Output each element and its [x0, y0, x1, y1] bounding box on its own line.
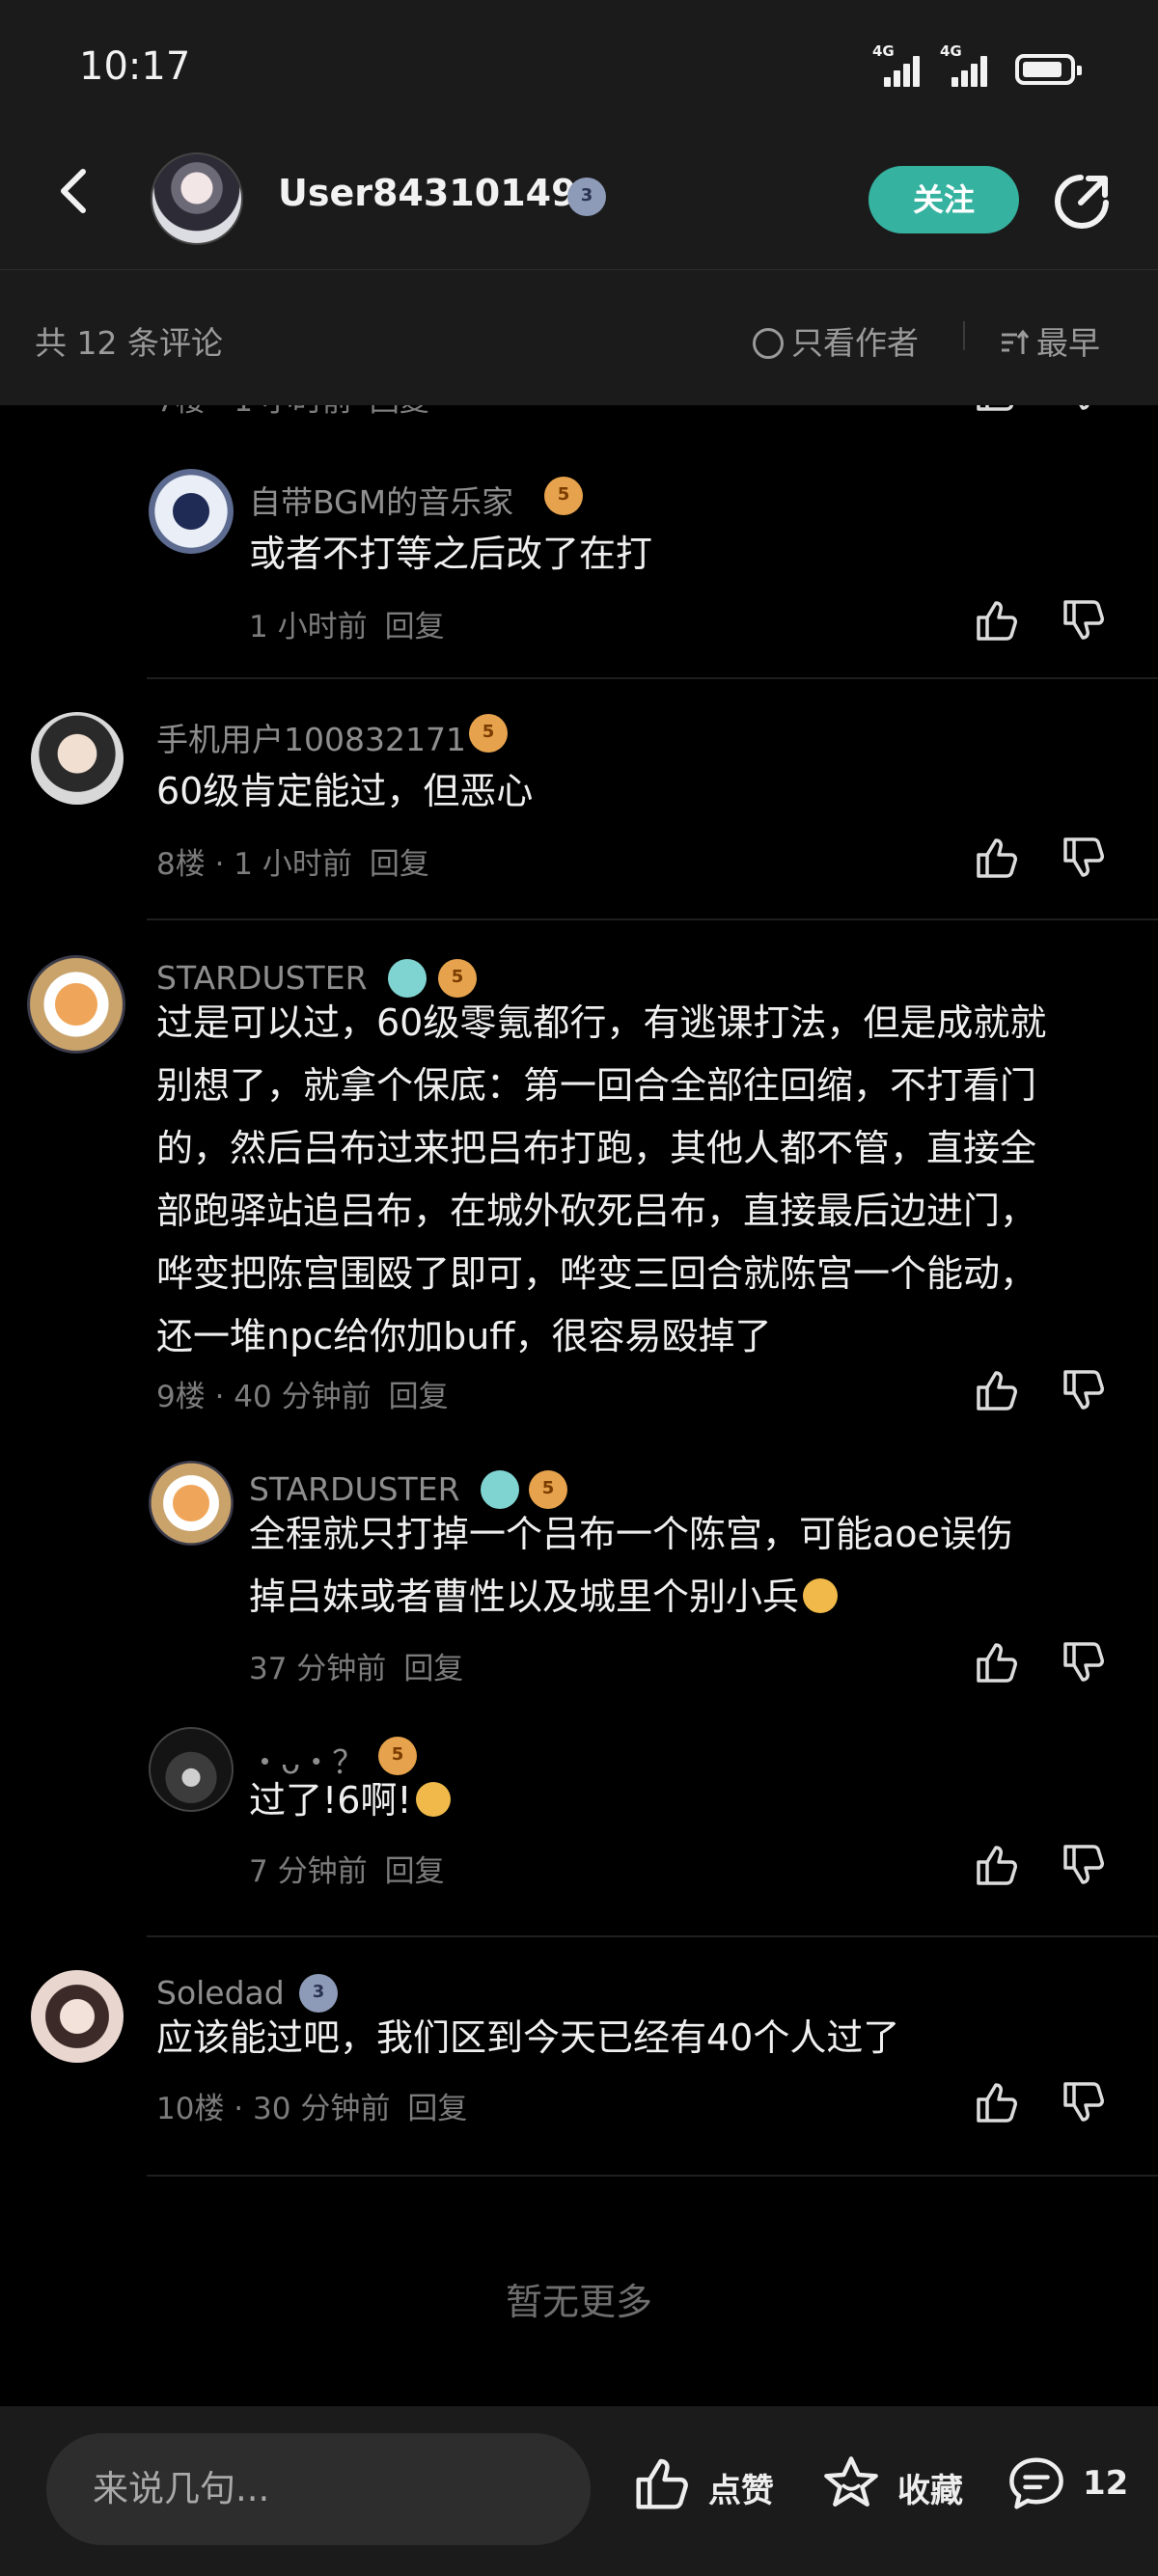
share-icon [1055, 175, 1109, 229]
follow-button[interactable]: 关注 [868, 166, 1019, 233]
commenter-name[interactable]: 手机用户100832171 [156, 714, 466, 760]
reply-item: ・ᴗ・？ 5 过了!6啊! 7 分钟前 回复 [0, 1723, 1158, 1916]
commenter-name[interactable]: 自带BGM的音乐家 [249, 477, 513, 523]
battery-icon [1015, 54, 1082, 85]
avatar[interactable] [149, 469, 234, 554]
thumbs-down-icon[interactable] [1060, 596, 1108, 644]
reply-button[interactable]: 回复 [403, 1652, 463, 1686]
back-arrow-icon [61, 169, 86, 213]
avatar[interactable] [31, 712, 124, 805]
comment-meta: 1 小时前 回复 [249, 610, 445, 644]
thumbs-down-icon[interactable] [1060, 1366, 1108, 1414]
reply-button[interactable]: 回复 [389, 1380, 449, 1414]
comment-meta: 7 分钟前 回复 [249, 1854, 445, 1889]
comment-meta: 9楼 · 40 分钟前 回复 [156, 1380, 449, 1414]
avatar[interactable] [149, 1727, 234, 1812]
avatar[interactable] [151, 152, 243, 245]
back-button[interactable] [46, 162, 104, 220]
sort-button[interactable]: 最早 [998, 317, 1100, 364]
filter-bar: 共 12 条评论 只看作者 最早 [0, 271, 1158, 405]
app-screen: 10:17 4G 4G User84310149 3 关注 共 12 条评论 只… [0, 0, 1158, 2576]
comment-body: 60级肯定能过，但恶心 [156, 770, 534, 812]
signal-icon: 4G [872, 42, 926, 87]
reply-button[interactable]: 回复 [370, 847, 429, 882]
reply-item: STARDUSTER 5 全程就只打掉一个吕布一个陈宫，可能aoe误伤 掉吕妹或… [0, 1457, 1158, 1708]
reply-button[interactable]: 回复 [385, 1854, 445, 1889]
comment-meta: 10楼 · 30 分钟前 回复 [156, 2092, 468, 2126]
divider [147, 1935, 1158, 1937]
thumbs-up-icon[interactable] [973, 1841, 1021, 1889]
comment-item: 手机用户100832171 5 60级肯定能过，但恶心 8楼 · 1 小时前 回复 [0, 700, 1158, 893]
comment-body: 或者不打等之后改了在打 [249, 533, 653, 575]
comment-bubble-icon [1009, 2457, 1063, 2509]
comment-meta: 8楼 · 1 小时前 回复 [156, 847, 429, 882]
author-only-toggle[interactable]: 只看作者 [753, 317, 919, 364]
thumbs-down-icon[interactable] [1060, 834, 1108, 882]
status-bar: 10:17 4G 4G [0, 0, 1158, 135]
comment-item: Soledad 3 应该能过吧，我们区到今天已经有40个人过了 10楼 · 30… [0, 1960, 1158, 2153]
sort-icon [1002, 329, 1030, 354]
comment-list: 7楼 · 1 小时前回复 自带BGM的音乐家 5 或者不打等之后改了在打 1 小… [0, 370, 1158, 2402]
comment-input[interactable]: 来说几句... [46, 2433, 591, 2545]
comment-body: 过是可以过，60级零氪都行，有逃课打法，但是成就就 别想了，就拿个保底：第一回合… [156, 1001, 1047, 1357]
smug-emoji-icon [415, 1782, 451, 1817]
star-icon [824, 2456, 878, 2507]
thumbs-up-icon[interactable] [973, 1366, 1021, 1414]
thumbs-down-icon[interactable] [1060, 1638, 1108, 1686]
status-time: 10:17 [79, 44, 191, 89]
avatar[interactable] [31, 1970, 124, 2063]
comment-body: 全程就只打掉一个吕布一个陈宫，可能aoe误伤 掉吕妹或者曹性以及城里个别小兵 [249, 1513, 1013, 1618]
share-button[interactable] [1052, 172, 1112, 232]
thumbs-up-icon[interactable] [973, 596, 1021, 644]
divider [147, 918, 1158, 920]
comment-body: 应该能过吧，我们区到今天已经有40个人过了 [156, 2016, 900, 2059]
thumbs-up-icon [636, 2458, 688, 2509]
comment-count-label: 共 12 条评论 [35, 324, 223, 362]
divider [147, 2175, 1158, 2177]
signal-icon: 4G [940, 42, 994, 87]
level-badge: 3 [567, 178, 606, 216]
thumbs-up-icon[interactable] [973, 1638, 1021, 1686]
no-more-label: 暂无更多 [505, 2281, 652, 2323]
thumbs-down-icon[interactable] [1060, 1841, 1108, 1889]
avatar[interactable] [27, 955, 125, 1054]
level-badge: 5 [469, 714, 508, 753]
comment-body: 过了!6啊! [249, 1769, 451, 1832]
thumbs-up-icon[interactable] [973, 2078, 1021, 2126]
reply-item: 自带BGM的音乐家 5 或者不打等之后改了在打 1 小时前 回复 [0, 463, 1158, 644]
divider [963, 321, 965, 350]
level-badge: 5 [544, 477, 583, 515]
bottom-bar: 来说几句... 点赞 收藏 12 [0, 2406, 1158, 2576]
thumbs-down-icon[interactable] [1060, 2078, 1108, 2126]
username[interactable]: User84310149 [278, 172, 577, 214]
divider [147, 677, 1158, 679]
thumbs-up-icon[interactable] [973, 834, 1021, 882]
surprised-emoji-icon [803, 1578, 839, 1613]
comment-meta: 37 分钟前 回复 [249, 1652, 464, 1686]
reply-button[interactable]: 回复 [385, 610, 445, 644]
avatar[interactable] [149, 1461, 234, 1546]
comment-item: STARDUSTER 5 过是可以过，60级零氪都行，有逃课打法，但是成就就 别… [0, 945, 1158, 1447]
top-bar: 10:17 4G 4G User84310149 3 关注 共 12 条评论 只… [0, 0, 1158, 405]
reply-button[interactable]: 回复 [407, 2092, 467, 2126]
header: User84310149 3 关注 [0, 135, 1158, 270]
radio-circle-icon [753, 328, 784, 359]
